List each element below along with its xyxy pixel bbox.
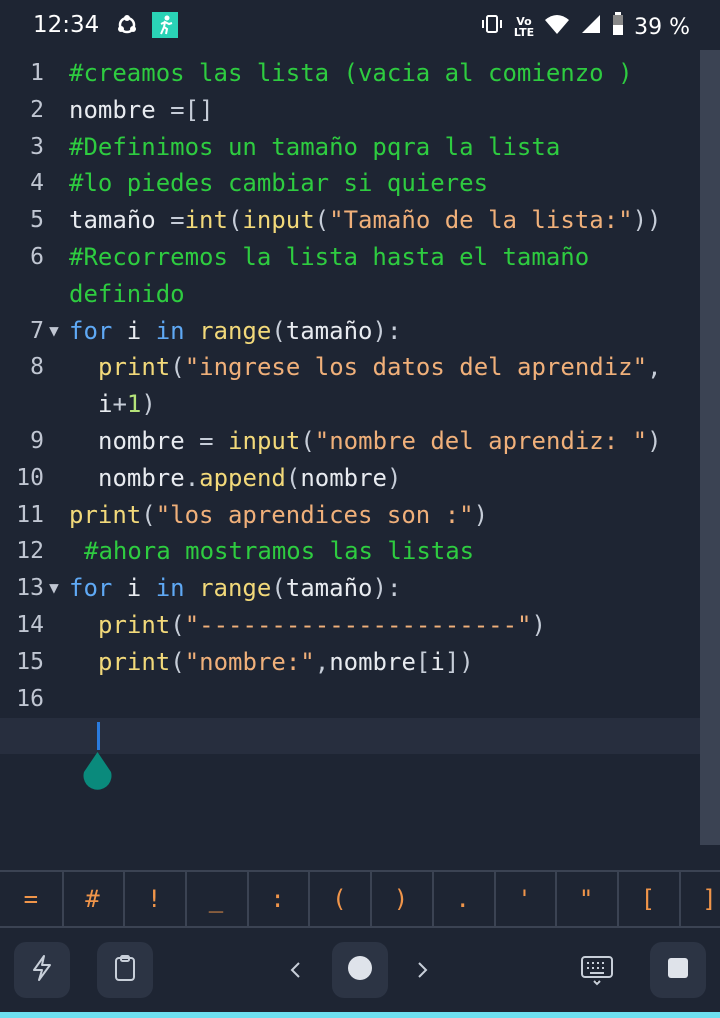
line-number: 2 (30, 96, 44, 123)
code-text: print("nombre:",nombre[i]) (98, 647, 474, 676)
code-text: nombre = input("nombre del aprendiz: ") (98, 427, 662, 455)
symbol-key[interactable]: [ (617, 872, 681, 926)
stop-button[interactable] (650, 942, 706, 998)
line-number: 15 (16, 648, 44, 675)
code-line[interactable]: 14 print("----------------------") (0, 607, 700, 644)
clipboard-button[interactable] (97, 942, 153, 998)
volte-icon: Vo LTE (513, 15, 535, 39)
symbol-key[interactable]: ) (370, 872, 434, 926)
battery-icon (612, 12, 624, 42)
status-bar: 12:34 Vo LTE 39 % (0, 0, 720, 50)
code-line[interactable]: 10 nombre.append(nombre) (0, 460, 700, 497)
code-line[interactable]: 7 ▼ for i in range(tamaño): (0, 313, 700, 350)
clipboard-icon (113, 954, 137, 987)
code-text: nombre =[] (69, 95, 214, 124)
symbol-key[interactable]: ( (309, 872, 373, 926)
code-text: print("los aprendices son :") (69, 500, 489, 529)
code-line[interactable]: 13 ▼ for i in range(tamaño): (0, 570, 700, 607)
line-number: 16 (16, 685, 44, 712)
keyboard-button[interactable] (580, 952, 614, 991)
symbol-key[interactable]: ! (123, 872, 188, 926)
wifi-icon (544, 13, 570, 41)
code-text: #ahora mostramos las listas (84, 537, 475, 566)
battery-percent: 39 % (634, 14, 690, 40)
line-number: 9 (30, 428, 44, 454)
text-cursor (97, 722, 100, 750)
line-number: 8 (30, 354, 44, 381)
line-number: 12 (16, 538, 44, 565)
symbol-key[interactable]: : (247, 872, 311, 926)
code-line[interactable]: 9 nombre = input("nombre del aprendiz: ") (0, 423, 700, 460)
chevron-right-icon[interactable] (410, 958, 434, 987)
symbol-key[interactable]: = (0, 872, 64, 926)
symbol-key[interactable]: ' (494, 872, 558, 926)
symbol-key[interactable]: _ (185, 872, 249, 926)
code-text: #creamos las lista (vacia al comienzo ) (69, 59, 633, 87)
code-line[interactable]: 12 #ahora mostramos las listas (0, 533, 700, 570)
line-number: 14 (16, 612, 44, 638)
fold-arrow-icon[interactable]: ▼ (44, 313, 64, 350)
home-button[interactable] (332, 942, 388, 998)
cursor-handle[interactable] (80, 752, 115, 792)
vibrate-icon (480, 13, 504, 41)
status-time: 12:34 (33, 12, 100, 38)
symbol-key[interactable]: ] (679, 872, 720, 926)
fold-arrow-icon[interactable]: ▼ (44, 570, 64, 607)
line-number: 11 (16, 501, 44, 528)
line-number: 5 (30, 207, 44, 234)
status-right: Vo LTE 39 % (480, 12, 690, 42)
code-text: nombre.append(nombre) (98, 463, 402, 492)
sync-icon (116, 14, 138, 41)
line-number: 13 (16, 575, 44, 602)
editor-scrollbar[interactable] (700, 50, 720, 845)
code-line[interactable]: 3 #Definimos un tamaño pqra la lista (0, 129, 700, 166)
chevron-left-icon[interactable] (284, 958, 308, 987)
code-line[interactable]: 11 print("los aprendices son :") (0, 497, 700, 534)
line-number: 7 (30, 317, 44, 344)
code-text: #lo piedes cambiar si quieres (69, 169, 489, 198)
line-number: 4 (30, 170, 44, 197)
line-number: 1 (30, 60, 44, 86)
home-circle-icon (346, 954, 374, 987)
symbol-key[interactable]: " (555, 872, 619, 926)
code-text: #Recorremos la lista hasta el tamaño def… (69, 243, 590, 308)
code-line[interactable]: 6 #Recorremos la lista hasta el tamaño de… (0, 239, 700, 308)
code-text: print("ingrese los datos del aprendiz", … (98, 353, 662, 419)
bottom-toolbar (0, 928, 720, 1012)
code-line[interactable]: 16 (0, 681, 700, 718)
symbol-key-bar: = #! _:(). ' "[] (0, 870, 720, 928)
line-number: 6 (30, 244, 44, 270)
code-line[interactable]: 8 print("ingrese los datos del aprendiz",… (0, 349, 700, 418)
stop-icon (666, 956, 690, 985)
symbol-key[interactable]: # (62, 872, 126, 926)
signal-icon (580, 13, 602, 41)
keyboard-icon (580, 956, 614, 990)
line-number: 10 (16, 464, 44, 491)
code-line[interactable]: 4 #lo piedes cambiar si quieres (0, 165, 700, 202)
code-line[interactable]: 1 #creamos las lista (vacia al comienzo ) (0, 55, 700, 92)
code-text: tamaño =int(input("Tamaño de la lista:")… (69, 206, 662, 235)
code-text: for i in range(tamaño): (69, 574, 402, 603)
code-text: print("----------------------") (98, 611, 546, 639)
bottom-accent-line (0, 1012, 720, 1018)
code-text: for i in range(tamaño): (69, 316, 402, 345)
lightning-icon (29, 954, 55, 987)
line-number: 3 (30, 133, 44, 160)
code-text: #Definimos un tamaño pqra la lista (69, 132, 561, 161)
code-line[interactable]: 15 print("nombre:",nombre[i]) (0, 644, 700, 681)
run-button[interactable] (14, 942, 70, 998)
current-line-highlight (0, 718, 700, 754)
fitness-icon (152, 12, 178, 38)
code-line[interactable]: 2 nombre =[] (0, 92, 700, 129)
code-line[interactable]: 5 tamaño =int(input("Tamaño de la lista:"… (0, 202, 700, 239)
symbol-key[interactable]: . (432, 872, 496, 926)
